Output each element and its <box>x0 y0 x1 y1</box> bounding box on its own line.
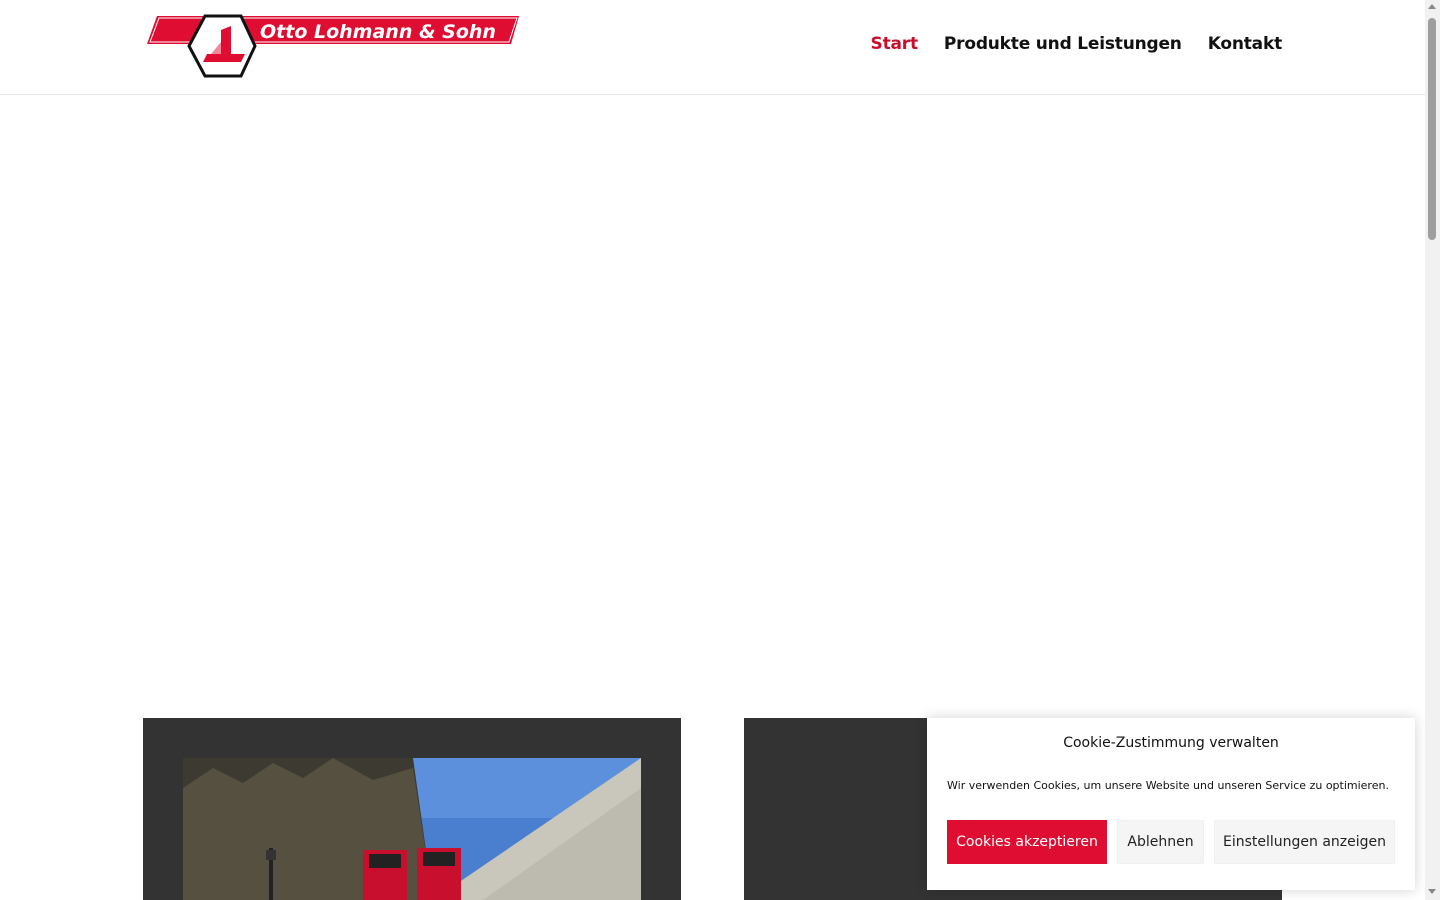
logo-text: Otto Lohmann & Sohn <box>260 21 496 43</box>
nav-item-produkte[interactable]: Produkte und Leistungen <box>944 34 1182 54</box>
feature-card-left <box>143 718 681 900</box>
scroll-down-arrow-icon[interactable] <box>1428 889 1436 894</box>
deny-cookies-button[interactable]: Ablehnen <box>1117 820 1204 864</box>
cookie-banner: Cookie-Zustimmung verwalten Wir verwende… <box>927 718 1415 890</box>
main-nav: Start Produkte und Leistungen Kontakt <box>871 34 1283 54</box>
site-header: Otto Lohmann & Sohn Start Produkte und L… <box>0 0 1425 95</box>
trucks-photo <box>183 758 641 900</box>
cookie-banner-title: Cookie-Zustimmung verwalten <box>1063 735 1279 751</box>
scrollbar-thumb[interactable] <box>1428 18 1436 240</box>
logo-graphic: Otto Lohmann & Sohn <box>147 14 519 78</box>
accept-cookies-button[interactable]: Cookies akzeptieren <box>947 820 1107 864</box>
cookie-banner-text: Wir verwenden Cookies, um unsere Website… <box>947 779 1389 792</box>
page-scrollbar[interactable] <box>1425 0 1440 900</box>
nav-item-kontakt[interactable]: Kontakt <box>1208 34 1282 54</box>
scroll-up-arrow-icon[interactable] <box>1428 4 1436 9</box>
nav-item-start[interactable]: Start <box>871 34 919 54</box>
cookie-preferences-button[interactable]: Einstellungen anzeigen <box>1214 820 1395 864</box>
site-logo[interactable]: Otto Lohmann & Sohn <box>145 14 521 80</box>
